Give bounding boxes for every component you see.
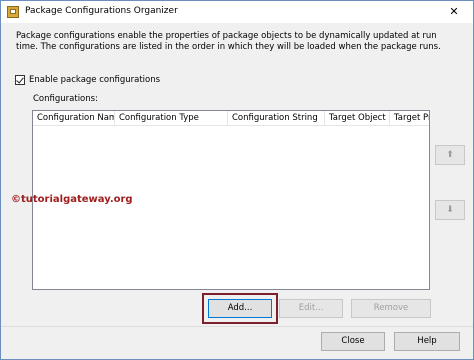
title-bar: Package Configurations Organizer ✕ bbox=[1, 1, 473, 23]
column-configuration-type[interactable]: Configuration Type bbox=[115, 111, 228, 125]
package-configurations-dialog: Package Configurations Organizer ✕ Packa… bbox=[0, 0, 474, 360]
list-header: Configuration Name Configuration Type Co… bbox=[33, 111, 429, 126]
edit-button[interactable]: Edit... bbox=[279, 299, 343, 318]
arrow-down-icon: ⬇ bbox=[446, 205, 454, 215]
close-button[interactable]: Close bbox=[321, 332, 385, 351]
column-configuration-string[interactable]: Configuration String bbox=[228, 111, 325, 125]
description-text: Package configurations enable the proper… bbox=[16, 31, 441, 52]
help-button[interactable]: Help bbox=[394, 332, 460, 351]
watermark: ©tutorialgateway.org bbox=[11, 194, 133, 205]
move-down-button[interactable]: ⬇ bbox=[435, 200, 465, 220]
configurations-label: Configurations: bbox=[33, 94, 98, 104]
column-configuration-name[interactable]: Configuration Name bbox=[33, 111, 115, 125]
window-title: Package Configurations Organizer bbox=[25, 6, 178, 16]
column-target-object[interactable]: Target Object bbox=[325, 111, 390, 125]
enable-configurations-label: Enable package configurations bbox=[29, 75, 161, 85]
column-target-property[interactable]: Target Pro bbox=[390, 111, 429, 125]
package-config-icon bbox=[7, 6, 19, 18]
enable-configurations-checkbox[interactable] bbox=[15, 75, 25, 85]
footer-divider bbox=[1, 326, 473, 327]
arrow-up-icon: ⬆ bbox=[446, 150, 454, 160]
remove-button[interactable]: Remove bbox=[351, 299, 431, 318]
close-icon[interactable]: ✕ bbox=[435, 1, 473, 23]
add-button[interactable]: Add... bbox=[208, 299, 272, 318]
move-up-button[interactable]: ⬆ bbox=[435, 145, 465, 165]
